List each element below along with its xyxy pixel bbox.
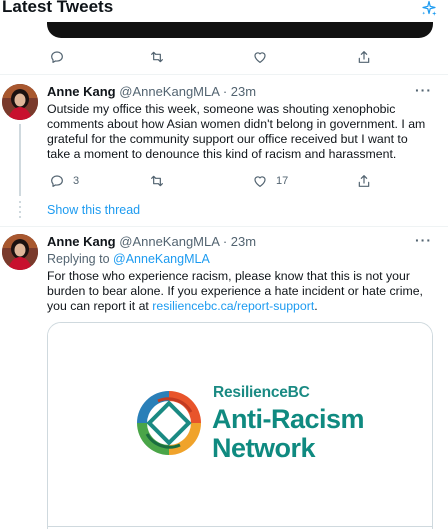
timestamp[interactable]: 23m <box>231 234 256 249</box>
tweet-link[interactable]: resiliencebc.ca/report-support <box>152 299 314 313</box>
tweet-text: Outside my office this week, someone was… <box>47 102 426 161</box>
thread-dot <box>19 211 21 213</box>
tweet-actions: 3 17 <box>47 171 387 191</box>
author-handle[interactable]: @AnneKangMLA <box>119 234 219 249</box>
more-options-icon[interactable]: ··· <box>415 82 432 98</box>
retweet-icon <box>151 175 163 187</box>
card-divider <box>48 526 432 527</box>
avatar[interactable] <box>2 234 38 270</box>
retweet-button[interactable] <box>149 47 165 67</box>
like-button[interactable] <box>252 47 268 67</box>
show-thread-link[interactable]: Show this thread <box>47 203 140 217</box>
replying-to-handle[interactable]: @AnneKangMLA <box>113 252 210 266</box>
reply-button[interactable] <box>49 47 65 67</box>
card-title-line2: Network <box>212 433 316 463</box>
previous-tweet-media[interactable] <box>47 20 433 38</box>
author-handle[interactable]: @AnneKangMLA <box>119 84 219 99</box>
author-name[interactable]: Anne Kang <box>47 84 116 99</box>
tweet-divider <box>0 74 448 75</box>
previous-tweet-actions <box>47 47 387 67</box>
tweet-divider <box>0 226 448 227</box>
timeline-header: Latest Tweets <box>0 0 448 22</box>
retweet-icon <box>151 51 163 63</box>
retweet-button[interactable] <box>149 171 165 191</box>
heart-icon <box>254 52 266 63</box>
share-button[interactable] <box>356 47 372 67</box>
replying-to: Replying to @AnneKangMLA <box>47 252 210 266</box>
link-preview-card[interactable]: ResilienceBC Anti-Racism Network <box>47 322 433 529</box>
tweet-header: Anne Kang @AnneKangMLA · 23m <box>47 234 256 249</box>
like-count: 17 <box>276 175 289 187</box>
reply-icon <box>51 51 63 63</box>
replying-to-label: Replying to <box>47 252 114 266</box>
separator: · <box>222 84 228 99</box>
more-options-icon[interactable]: ··· <box>415 232 432 248</box>
thread-connector <box>19 124 21 196</box>
author-name[interactable]: Anne Kang <box>47 234 116 249</box>
card-title-line1: Anti-Racism <box>212 404 365 434</box>
separator: · <box>222 234 228 249</box>
like-button[interactable]: 17 <box>252 171 288 191</box>
profile-photo <box>2 234 38 270</box>
reply-button[interactable]: 3 <box>49 171 79 191</box>
avatar[interactable] <box>2 84 38 120</box>
share-icon <box>358 51 370 63</box>
timestamp[interactable]: 23m <box>231 84 256 99</box>
share-icon <box>358 175 370 187</box>
thread-dot <box>19 201 21 203</box>
sparkle-icon[interactable] <box>420 0 438 18</box>
profile-photo <box>2 84 38 120</box>
heart-icon <box>254 176 266 187</box>
reply-icon <box>51 175 63 187</box>
thread-dot <box>19 216 21 218</box>
page-title: Latest Tweets <box>2 0 114 16</box>
share-button[interactable] <box>356 171 372 191</box>
tweet-header: Anne Kang @AnneKangMLA · 23m <box>47 84 256 99</box>
thread-dot <box>19 206 21 208</box>
reply-count: 3 <box>73 175 80 187</box>
tweet-text: For those who experience racism, please … <box>47 269 432 314</box>
tweet-text-end: . <box>314 299 318 313</box>
card-brand: ResilienceBC <box>213 384 310 401</box>
